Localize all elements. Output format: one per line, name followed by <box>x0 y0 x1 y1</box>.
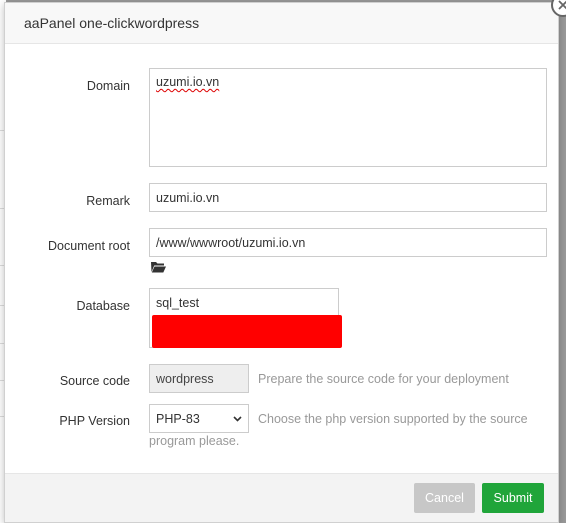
source-code-label: Source code <box>59 374 130 388</box>
remark-label: Remark <box>86 194 130 208</box>
database-value: sql_test <box>156 296 200 310</box>
document-root-value: /www/wwwroot/uzumi.io.vn <box>156 235 306 250</box>
php-version-value: PHP-83 <box>156 411 200 426</box>
close-icon <box>558 0 566 10</box>
domain-value: uzumi.io.vn <box>156 75 220 89</box>
submit-button[interactable]: Submit <box>482 483 544 513</box>
document-root-input[interactable]: /www/wwwroot/uzumi.io.vn <box>149 228 547 257</box>
wordpress-install-dialog: aaPanel one-clickwordpress Domain uzumi.… <box>4 0 566 523</box>
php-version-select[interactable]: PHP-83 <box>149 404 249 433</box>
remark-value: uzumi.io.vn <box>156 190 220 205</box>
source-code-value: wordpress <box>156 371 214 386</box>
php-version-label: PHP Version <box>59 414 130 428</box>
chevron-down-icon <box>233 416 242 422</box>
dialog-footer: Cancel Submit <box>5 473 558 522</box>
database-label: Database <box>76 299 130 313</box>
document-root-label: Document root <box>48 239 130 253</box>
dialog-header: aaPanel one-clickwordpress <box>5 3 558 44</box>
dialog-title: aaPanel one-clickwordpress <box>24 15 200 31</box>
redaction-box <box>152 315 342 348</box>
folder-open-icon[interactable] <box>150 260 166 274</box>
cancel-button[interactable]: Cancel <box>414 483 475 513</box>
php-version-hint-continued: program please. <box>149 434 240 448</box>
source-code-hint: Prepare the source code for your deploym… <box>258 372 509 386</box>
php-version-hint: Choose the php version supported by the … <box>258 412 528 426</box>
source-code-field: wordpress <box>149 364 249 393</box>
domain-label: Domain <box>86 79 130 93</box>
remark-input[interactable]: uzumi.io.vn <box>149 183 547 212</box>
domain-textarea[interactable]: uzumi.io.vn <box>149 68 547 167</box>
